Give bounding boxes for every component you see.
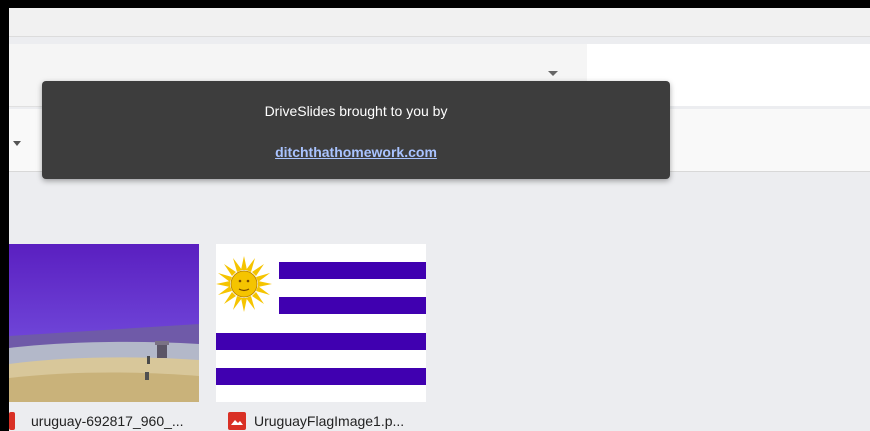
sun-of-may-icon [216,256,272,312]
tooltip-text: DriveSlides brought to you by [264,103,448,119]
image-file-icon [9,412,15,430]
search-options-dropdown-icon[interactable] [548,71,558,76]
drive-window: uruguay-692817_960_... UruguayFlagImage1… [9,8,870,431]
top-strip [9,8,870,37]
file-thumbnail-beach[interactable] [9,244,199,402]
file-name-flag[interactable]: UruguayFlagImage1.p... [228,412,404,430]
chevron-down-icon[interactable] [13,141,21,146]
beach-photo [9,244,199,402]
file-name-beach[interactable]: uruguay-692817_960_... [9,412,184,430]
file-name-text: UruguayFlagImage1.p... [254,413,405,429]
file-thumbnail-flag[interactable] [216,244,426,402]
driveslides-tooltip: DriveSlides brought to you by ditchthath… [42,81,670,179]
uruguay-flag-image [216,244,426,402]
file-name-text: uruguay-692817_960_... [31,413,184,429]
image-file-icon [228,412,246,430]
ditchthathomework-link[interactable]: ditchthathomework.com [42,144,670,160]
